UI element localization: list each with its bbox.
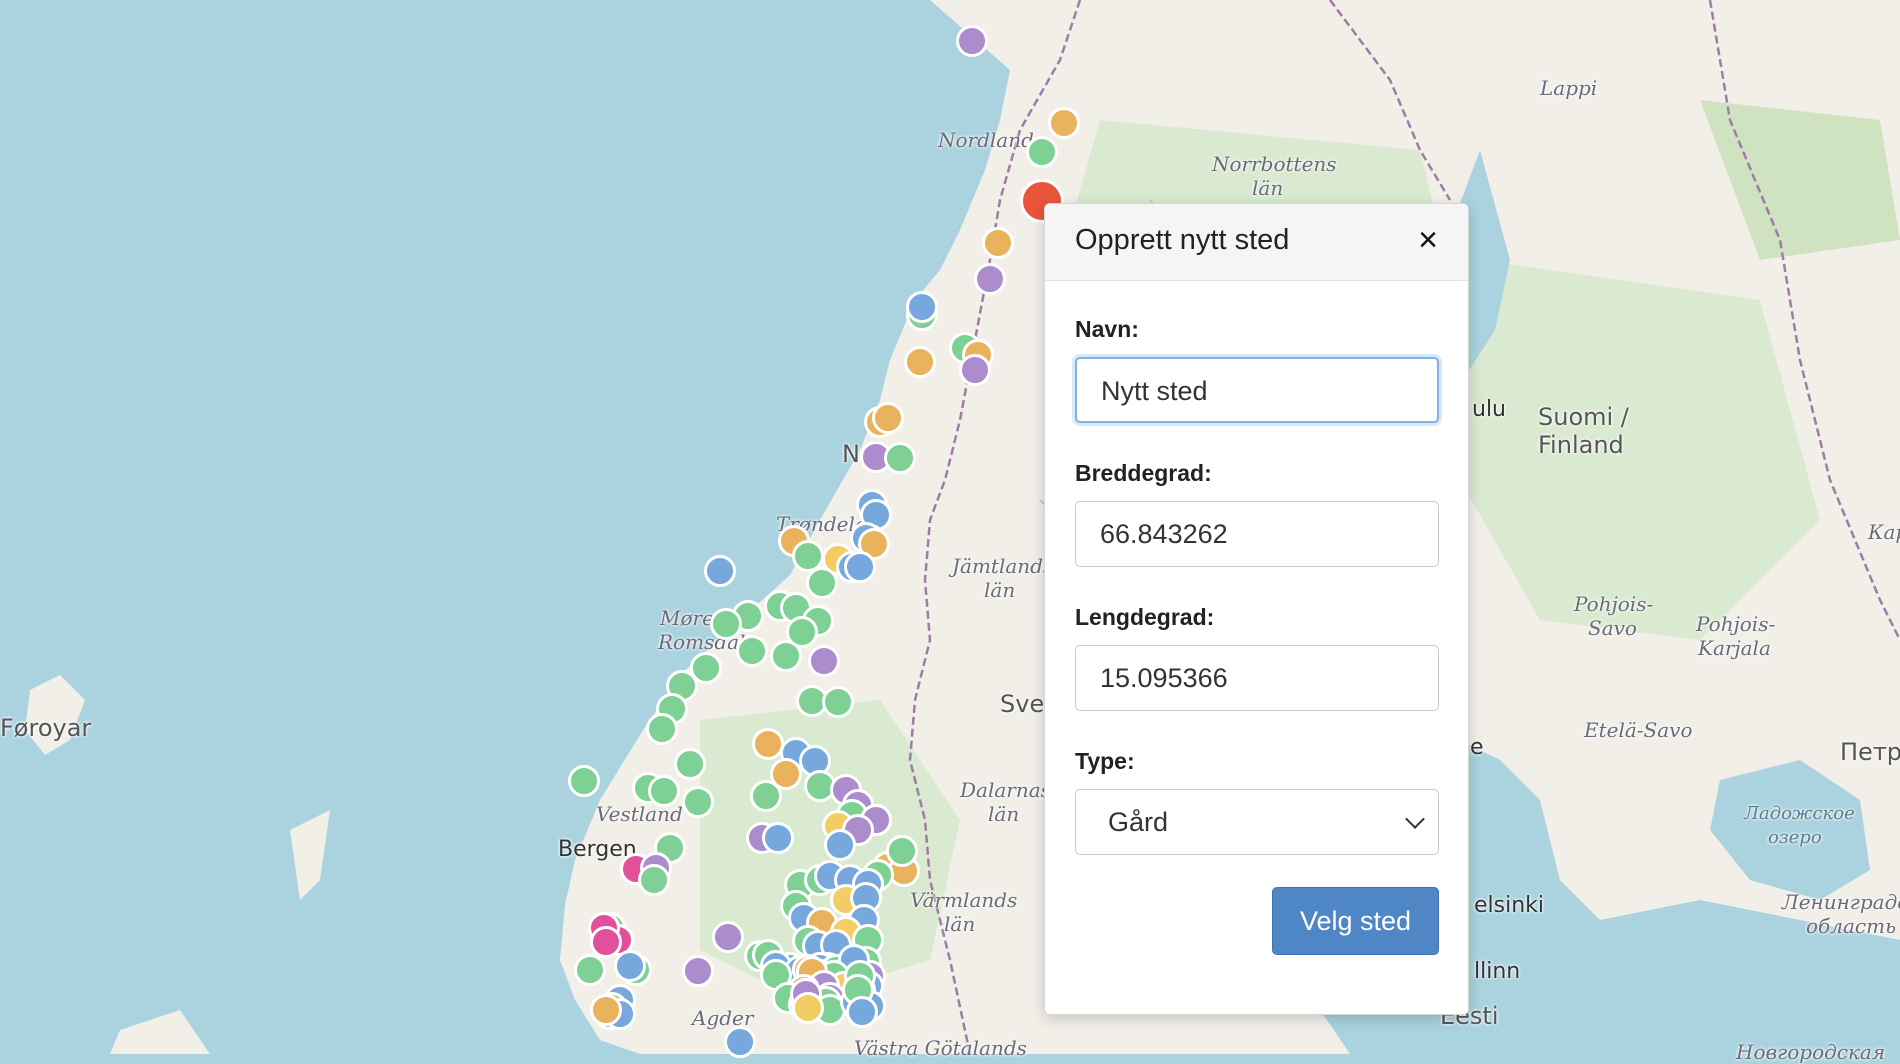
map-marker-green[interactable] — [770, 640, 802, 672]
label-lan-2: län — [984, 578, 1016, 602]
map-marker-blue[interactable] — [704, 555, 736, 587]
label-pohjois-karjala-2: Karjala — [1698, 636, 1771, 660]
map-marker-blue[interactable] — [906, 291, 938, 323]
label-ladoga-1: Ладожское — [1744, 803, 1855, 824]
map-marker-purple[interactable] — [959, 354, 991, 386]
label-oulu: ulu — [1472, 397, 1506, 422]
map-marker-green[interactable] — [674, 748, 706, 780]
name-label: Navn: — [1075, 316, 1139, 342]
modal-title: Opprett nytt sted — [1075, 224, 1290, 256]
label-ladoga-2: озеро — [1768, 827, 1822, 848]
label-pohjois-karjala-1: Pohjois- — [1696, 612, 1776, 636]
label-more: Møre — [660, 606, 714, 630]
label-e: e — [1470, 735, 1484, 760]
map-marker-orange[interactable] — [872, 402, 904, 434]
label-lan-1: län — [1252, 176, 1284, 200]
type-select-value: Gård — [1108, 807, 1169, 837]
map-marker-green[interactable] — [648, 775, 680, 807]
latitude-label: Breddegrad: — [1075, 460, 1212, 486]
map-marker-purple[interactable] — [956, 25, 988, 57]
chevron-down-icon — [1405, 809, 1425, 829]
map-marker-purple[interactable] — [712, 921, 744, 953]
label-suomi: Suomi / — [1538, 403, 1629, 431]
map-marker-green[interactable] — [638, 864, 670, 896]
label-leningrad-2: область — [1806, 914, 1896, 938]
map-marker-purple[interactable] — [974, 263, 1006, 295]
map-marker-blue[interactable] — [846, 996, 878, 1028]
select-place-button[interactable]: Velg sted — [1272, 887, 1439, 955]
label-nordland: Nordland — [938, 128, 1034, 152]
map-marker-green[interactable] — [646, 713, 678, 745]
map-marker-blue[interactable] — [614, 950, 646, 982]
label-sve: Sve — [1000, 690, 1045, 718]
map-marker-green[interactable] — [822, 686, 854, 718]
map-marker-purple[interactable] — [682, 955, 714, 987]
type-label: Type: — [1075, 748, 1135, 774]
map-marker-orange[interactable] — [1048, 107, 1080, 139]
label-leningrad-1: Ленинградс — [1782, 890, 1900, 914]
map-marker-green[interactable] — [1026, 136, 1058, 168]
label-tallinn: llinn — [1474, 959, 1521, 984]
label-novgorod: Новгородская — [1736, 1040, 1886, 1064]
map-marker-green[interactable] — [886, 835, 918, 867]
latitude-input[interactable]: 66.843262 — [1075, 501, 1439, 567]
label-lan-4: län — [944, 912, 976, 936]
map-marker-blue[interactable] — [762, 822, 794, 854]
map-marker-purple[interactable] — [808, 645, 840, 677]
name-input[interactable]: Nytt sted — [1075, 357, 1439, 423]
close-icon[interactable]: × — [1408, 220, 1448, 260]
label-karel: Карел — [1868, 520, 1900, 544]
label-dalarnas: Dalarnas — [960, 778, 1051, 802]
create-place-modal: Opprett nytt sted × Navn: Nytt sted Bred… — [1044, 203, 1469, 1015]
label-etela-savo: Etelä-Savo — [1584, 718, 1693, 742]
map-marker-green[interactable] — [682, 786, 714, 818]
map-marker-orange[interactable] — [904, 346, 936, 378]
type-select[interactable]: Gård — [1075, 789, 1439, 855]
map-marker-green[interactable] — [750, 780, 782, 812]
label-vastra-gotalands: Västra Götalands — [854, 1036, 1027, 1060]
map-marker-blue[interactable] — [844, 551, 876, 583]
map-marker-orange[interactable] — [590, 994, 622, 1026]
map-marker-green[interactable] — [574, 954, 606, 986]
map-marker-green[interactable] — [568, 765, 600, 797]
label-finland: Finland — [1538, 431, 1624, 459]
map-marker-pink[interactable] — [590, 926, 622, 958]
label-lan-3: län — [988, 802, 1020, 826]
map-marker-blue[interactable] — [724, 1026, 756, 1058]
label-norge: N — [842, 440, 860, 468]
label-jamtlands: Jämtlands — [952, 554, 1054, 578]
map-marker-green[interactable] — [806, 567, 838, 599]
label-pohjois-savo-1: Pohjois- — [1574, 592, 1654, 616]
longitude-input[interactable]: 15.095366 — [1075, 645, 1439, 711]
label-pohjois-savo-2: Savo — [1588, 616, 1637, 640]
longitude-label: Lengdegrad: — [1075, 604, 1215, 630]
label-varmlands: Värmlands — [910, 888, 1018, 912]
label-petro: Петро — [1840, 738, 1900, 766]
map-marker-green[interactable] — [710, 608, 742, 640]
map-marker-blue[interactable] — [824, 829, 856, 861]
label-lappi: Lappi — [1540, 76, 1598, 100]
map-marker-green[interactable] — [884, 442, 916, 474]
label-foroyar: Føroyar — [0, 714, 92, 742]
label-helsinki: elsinki — [1474, 893, 1545, 918]
label-norrbottens: Norrbottens — [1212, 152, 1337, 176]
modal-header: Opprett nytt sted × — [1045, 204, 1468, 281]
map-marker-orange[interactable] — [982, 227, 1014, 259]
map-marker-green[interactable] — [736, 635, 768, 667]
map-canvas[interactable]: Lappi Nordland Norrbottens län Suomi / F… — [0, 0, 1900, 1064]
map-marker-yellow[interactable] — [792, 992, 824, 1024]
